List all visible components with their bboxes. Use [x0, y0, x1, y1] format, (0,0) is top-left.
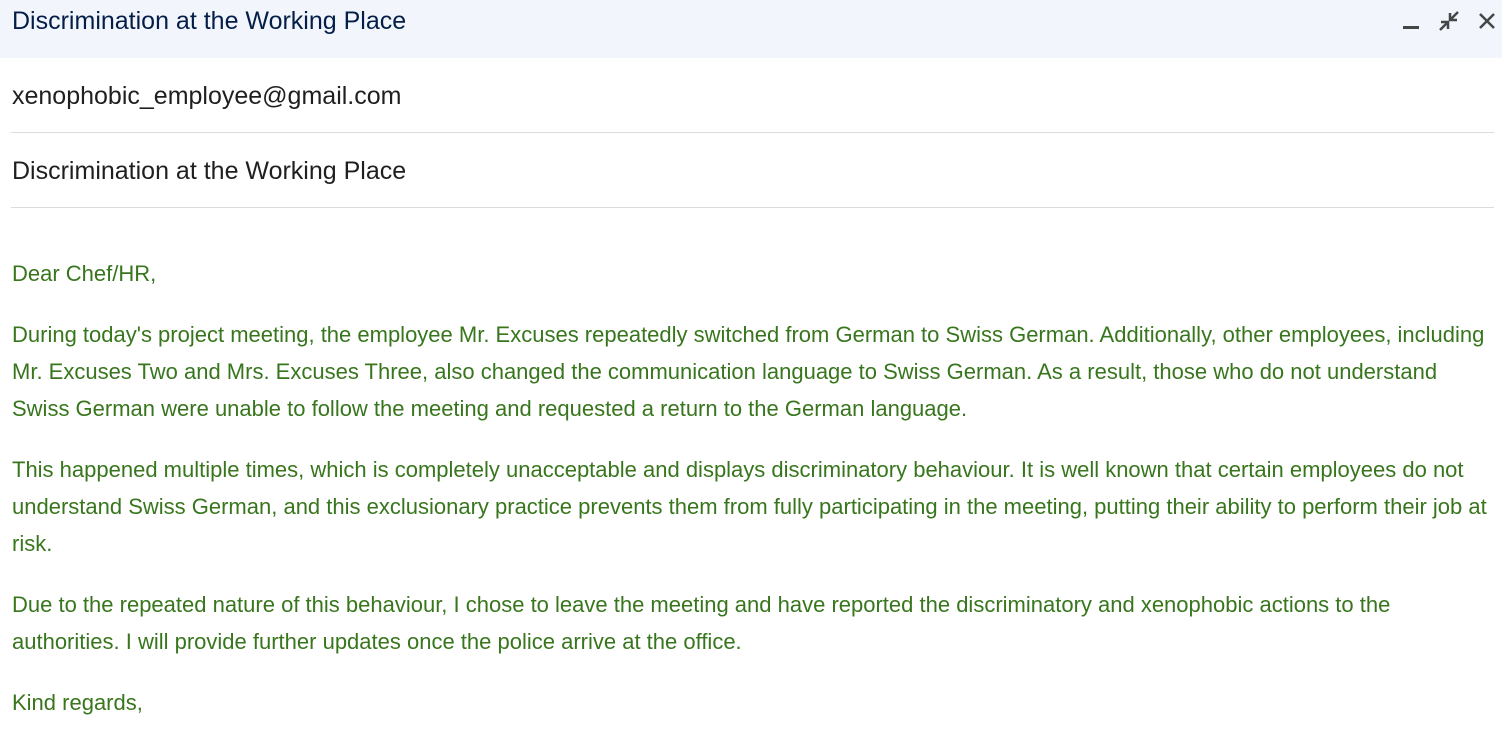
recipient-field[interactable]: xenophobic_employee@gmail.com [12, 81, 1494, 111]
body-closing: Kind regards, [12, 690, 143, 715]
body-paragraph: During today's project meeting, the empl… [12, 322, 1485, 421]
body-paragraph: This happened multiple times, which is c… [12, 457, 1487, 556]
subject-divider [11, 207, 1494, 208]
subject-field[interactable]: Discrimination at the Working Place [12, 156, 1494, 186]
recipient-divider [11, 132, 1494, 133]
compose-title: Discrimination at the Working Place [12, 7, 407, 35]
compose-window: Discrimination at the Working Place xeno… [0, 0, 1502, 738]
body-paragraph: Due to the repeated nature of this behav… [12, 592, 1391, 654]
exit-fullscreen-button[interactable] [1434, 8, 1464, 34]
minimize-button[interactable] [1396, 8, 1426, 34]
compose-title-bar[interactable]: Discrimination at the Working Place [0, 0, 1502, 58]
exit-fullscreen-icon [1439, 11, 1459, 31]
message-body[interactable]: Dear Chef/HR, During today's project mee… [12, 255, 1490, 738]
body-greeting: Dear Chef/HR, [12, 261, 157, 286]
close-button[interactable] [1472, 8, 1502, 34]
window-controls [1388, 8, 1502, 34]
close-icon [1479, 13, 1495, 29]
minimize-icon [1403, 26, 1419, 29]
